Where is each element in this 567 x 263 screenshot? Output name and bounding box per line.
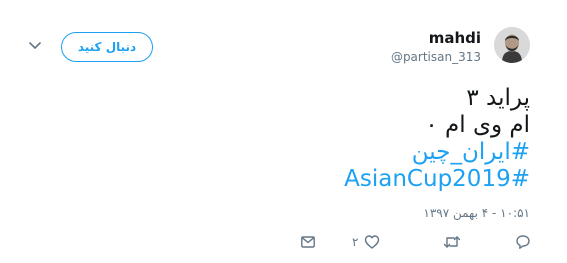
- display-name[interactable]: mahdi: [429, 29, 481, 47]
- tweet-text: پراید ۳ ام وی ام ۰ #ایران_چین #AsianCup2…: [110, 85, 530, 193]
- like-count: ۲: [352, 235, 359, 249]
- hashtag-link[interactable]: #AsianCup2019: [110, 166, 530, 193]
- like-button[interactable]: ۲: [352, 234, 380, 250]
- tweet-line: پراید ۳: [466, 85, 530, 111]
- retweet-icon: [443, 234, 461, 250]
- user-handle[interactable]: @partisan_313: [391, 50, 481, 64]
- hashtag-link[interactable]: #ایران_چین: [110, 139, 530, 166]
- follow-button[interactable]: دنبال کنید: [61, 32, 153, 62]
- reply-icon: [515, 234, 531, 250]
- avatar[interactable]: [494, 27, 530, 63]
- retweet-button[interactable]: [443, 234, 461, 250]
- message-icon: [300, 234, 316, 250]
- reply-button[interactable]: [515, 234, 531, 250]
- like-icon: [364, 234, 380, 250]
- tweet-timestamp[interactable]: ۱۰:۵۱ - ۴ بهمن ۱۳۹۷: [423, 206, 530, 220]
- chevron-down-icon[interactable]: [29, 40, 41, 52]
- direct-message-button[interactable]: [300, 234, 316, 250]
- tweet-line: ام وی ام ۰: [425, 112, 530, 138]
